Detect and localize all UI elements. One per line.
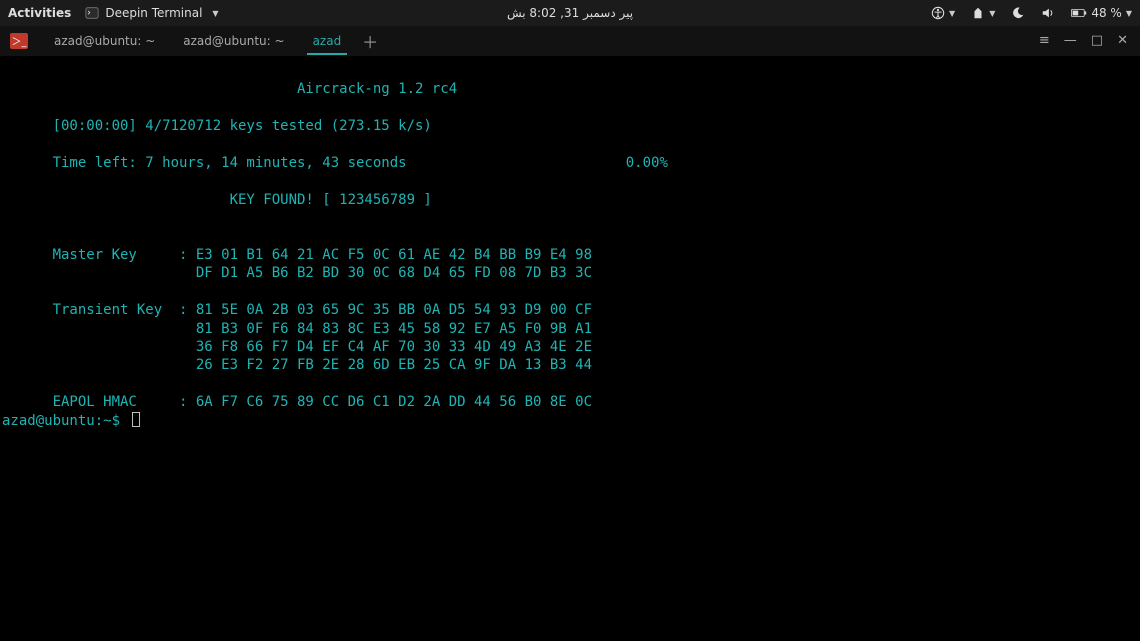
tab-2[interactable]: azad	[299, 26, 356, 55]
terminal-line: [00:00:00] 4/7120712 keys tested (273.15…	[2, 117, 1140, 135]
terminal-line	[2, 228, 1140, 246]
terminal-line: 36 F8 66 F7 D4 EF C4 AF 70 30 33 4D 49 A…	[2, 338, 1140, 356]
user-icon[interactable]: ▼	[971, 6, 995, 20]
terminal-line: Aircrack-ng 1.2 rc4	[2, 80, 1140, 98]
terminal-line: 26 E3 F2 27 FB 2E 28 6D EB 25 CA 9F DA 1…	[2, 356, 1140, 374]
terminal-line	[2, 99, 1140, 117]
tab-label: azad	[313, 34, 342, 48]
accessibility-icon[interactable]: ▼	[931, 6, 955, 20]
chevron-down-icon: ▼	[1126, 9, 1132, 18]
tab-bar: ＞_ azad@ubuntu: ~ azad@ubuntu: ~ azad ＋ ≡ …	[0, 26, 1140, 56]
chevron-down-icon: ▼	[212, 9, 218, 18]
terminal-line: 81 B3 0F F6 84 83 8C E3 45 58 92 E7 A5 F…	[2, 320, 1140, 338]
tabs: azad@ubuntu: ~ azad@ubuntu: ~ azad	[40, 26, 355, 55]
tab-label: azad@ubuntu: ~	[54, 34, 155, 48]
chevron-down-icon: ▼	[989, 9, 995, 18]
tab-0[interactable]: azad@ubuntu: ~	[40, 26, 169, 55]
terminal-line	[2, 209, 1140, 227]
terminal-line	[2, 62, 1140, 80]
clock-text[interactable]: پیر دسمبر 31, 8:02 بش	[507, 6, 633, 20]
maximize-button[interactable]: □	[1091, 34, 1103, 47]
app-menu-label: Deepin Terminal	[105, 6, 202, 20]
terminal-line: Master Key : E3 01 B1 64 21 AC F5 0C 61 …	[2, 246, 1140, 264]
terminal-line	[2, 283, 1140, 301]
terminal-line	[2, 172, 1140, 190]
terminal-line: KEY FOUND! [ 123456789 ]	[2, 191, 1140, 209]
terminal-prompt-line[interactable]: azad@ubuntu:~$	[2, 412, 1140, 430]
terminal-line	[2, 375, 1140, 393]
cursor	[132, 412, 140, 427]
tab-label: azad@ubuntu: ~	[183, 34, 284, 48]
activities-button[interactable]: Activities	[8, 6, 71, 20]
chevron-down-icon: ▼	[949, 9, 955, 18]
launcher-icon[interactable]: ＞_	[6, 26, 32, 55]
moon-icon[interactable]	[1011, 6, 1025, 20]
terminal-window: ＞_ azad@ubuntu: ~ azad@ubuntu: ~ azad ＋ ≡ …	[0, 26, 1140, 641]
tab-1[interactable]: azad@ubuntu: ~	[169, 26, 298, 55]
battery-status[interactable]: 48 % ▼	[1071, 6, 1132, 20]
minimize-button[interactable]: —	[1064, 34, 1077, 47]
terminal-line: Time left: 7 hours, 14 minutes, 43 secon…	[2, 154, 1140, 172]
terminal-content[interactable]: Aircrack-ng 1.2 rc4 [00:00:00] 4/7120712…	[0, 56, 1140, 641]
terminal-line: EAPOL HMAC : 6A F7 C6 75 89 CC D6 C1 D2 …	[2, 393, 1140, 411]
terminal-line	[2, 136, 1140, 154]
close-button[interactable]: ✕	[1117, 34, 1128, 47]
battery-percent: 48 %	[1091, 6, 1122, 20]
new-tab-button[interactable]: ＋	[355, 26, 385, 55]
menu-button[interactable]: ≡	[1039, 34, 1050, 47]
terminal-line: Transient Key : 81 5E 0A 2B 03 65 9C 35 …	[2, 301, 1140, 319]
prompt-text: azad@ubuntu:~$	[2, 413, 128, 429]
app-menu[interactable]: Deepin Terminal ▼	[85, 6, 218, 20]
system-tray: ▼ ▼ 48 % ▼	[931, 6, 1132, 20]
terminal-app-icon	[85, 6, 99, 20]
gnome-top-bar: Activities Deepin Terminal ▼ پیر دسمبر 3…	[0, 0, 1140, 26]
volume-icon[interactable]	[1041, 6, 1055, 20]
terminal-line: DF D1 A5 B6 B2 BD 30 0C 68 D4 65 FD 08 7…	[2, 264, 1140, 282]
window-controls: ≡ — □ ✕	[1039, 26, 1134, 55]
